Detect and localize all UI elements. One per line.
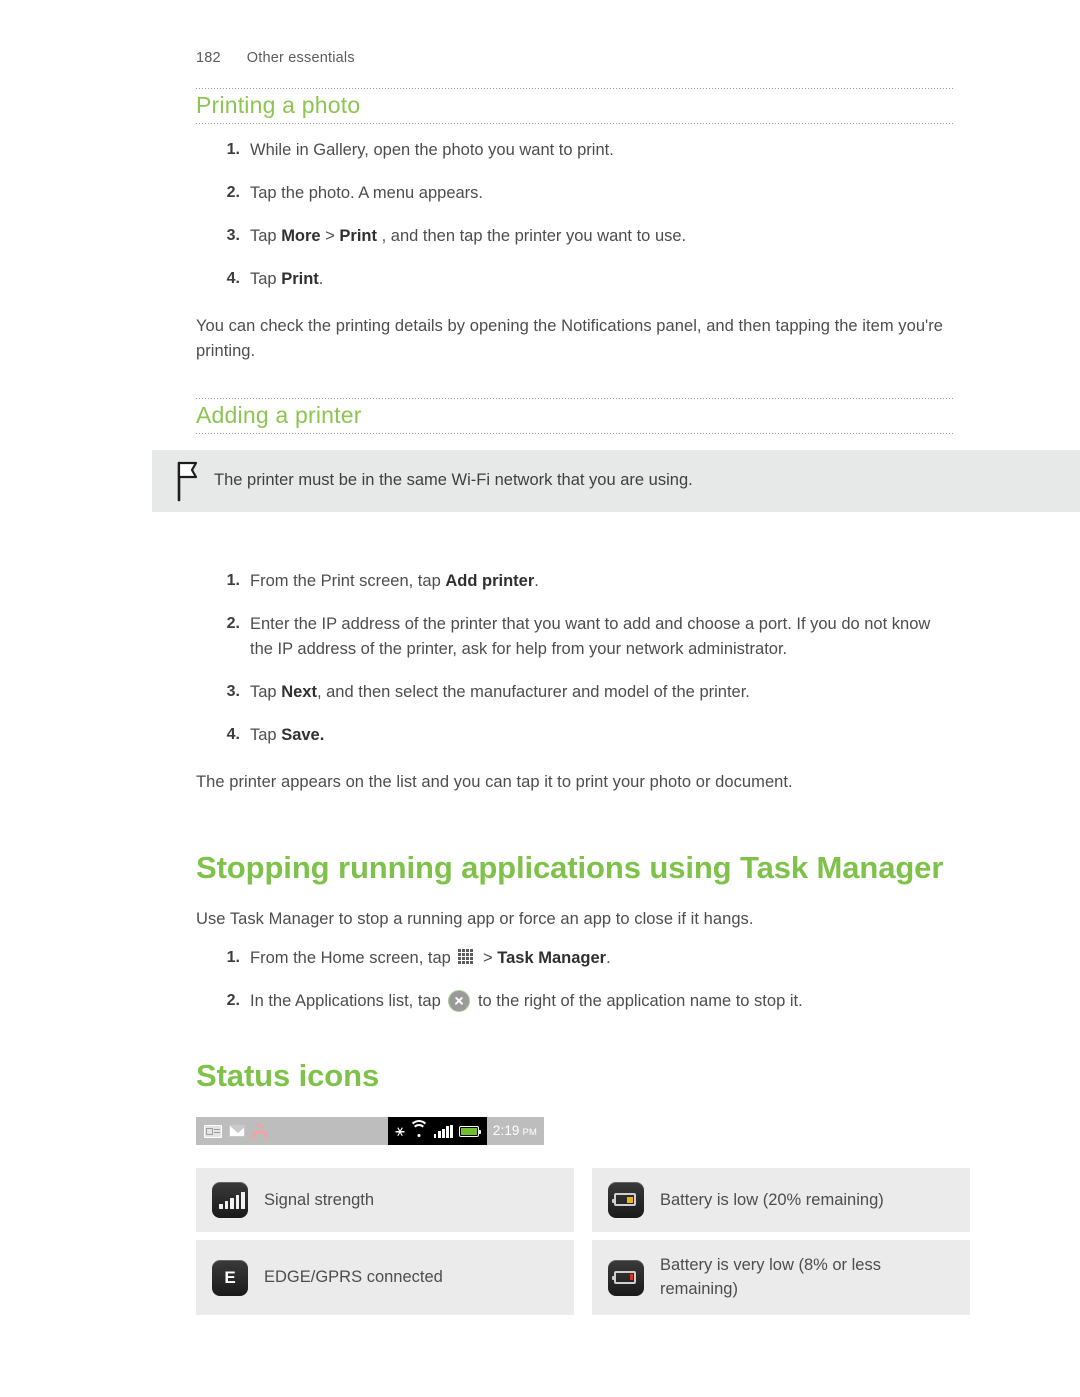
step-number: 3.	[226, 683, 240, 701]
flag-icon	[177, 461, 198, 502]
list-item: 4. Tap Print.	[196, 267, 954, 292]
step-number: 3.	[226, 226, 240, 244]
missed-call-icon	[252, 1125, 268, 1138]
step-text-after: .	[606, 948, 611, 967]
all-apps-grid-icon[interactable]	[458, 948, 475, 966]
signal-bars-icon	[433, 1124, 453, 1138]
step-number: 2.	[226, 992, 240, 1010]
step-text: While in Gallery, open the photo you wan…	[250, 140, 614, 159]
task-manager-steps-list: 1. From the Home screen, tap > Task Manag…	[196, 946, 954, 1014]
step-number: 4.	[226, 269, 240, 287]
step-number: 1.	[226, 140, 240, 158]
sms-message-icon	[204, 1124, 222, 1138]
step-text: Tap	[250, 226, 282, 245]
table-row: Battery is low (20% remaining)	[592, 1168, 970, 1233]
heading-status-icons: Status icons	[196, 1058, 380, 1094]
page-number: 182	[196, 50, 221, 66]
step-text-bold: Print	[281, 269, 319, 288]
step-text: Enter the IP address of the printer that…	[250, 615, 931, 659]
step-number: 2.	[226, 183, 240, 201]
printing-steps-list: 1. While in Gallery, open the photo you w…	[196, 138, 954, 292]
status-bar-right-group: ⚹	[388, 1117, 487, 1146]
page-content: Printing a photo 1. While in Gallery, ope…	[196, 88, 970, 1315]
section-adding-a-printer-header: Adding a printer	[196, 398, 954, 434]
step-text: , and then select the manufacturer and m…	[316, 683, 750, 702]
battery-full-icon	[458, 1125, 482, 1137]
list-item: 1. From the Print screen, tap Add printer…	[196, 569, 954, 594]
divider-dotted-top	[196, 398, 954, 400]
step-text-bold: More	[281, 226, 321, 245]
email-icon	[229, 1125, 246, 1138]
signal-strength-icon	[212, 1182, 248, 1219]
close-x-circle-icon[interactable]	[448, 990, 471, 1013]
running-head-section: Other essentials	[246, 50, 355, 66]
note-text: The printer must be in the same Wi-Fi ne…	[214, 471, 693, 489]
step-number: 1.	[226, 572, 240, 590]
divider-dotted-bottom	[196, 122, 954, 124]
list-item: 4. Tap Save.	[196, 723, 954, 748]
step-text: From the Print screen, tap	[250, 572, 446, 591]
note-box: The printer must be in the same Wi-Fi ne…	[152, 450, 1080, 512]
step-text: Tap the photo. A menu appears.	[250, 183, 484, 202]
step-text: Tap	[250, 726, 282, 745]
step-text-bold: Next	[281, 683, 317, 702]
list-item: 2. Tap the photo. A menu appears.	[196, 181, 954, 206]
battery-low-icon	[608, 1182, 644, 1219]
wifi-icon	[409, 1119, 430, 1138]
adding-printer-closing: The printer appears on the list and you …	[196, 773, 793, 792]
table-row: Signal strength	[196, 1168, 574, 1233]
status-bar-clock: 2:19 PM	[487, 1117, 544, 1145]
step-text-bold: Task Manager	[497, 948, 607, 967]
status-icon-reference-table: Signal strength Battery is low (20% rema…	[196, 1168, 970, 1315]
list-item: 1. From the Home screen, tap > Task Manag…	[196, 946, 954, 971]
step-number: 1.	[226, 948, 240, 966]
step-text: .	[318, 269, 324, 288]
clock-time: 2:19	[492, 1123, 520, 1139]
task-manager-intro: Use Task Manager to stop a running app o…	[196, 909, 754, 928]
step-text: Tap	[250, 683, 282, 702]
status-bar-left-group	[196, 1117, 388, 1145]
subheading-printing-a-photo: Printing a photo	[196, 92, 361, 118]
printing-note-paragraph: You can check the printing details by op…	[196, 317, 944, 361]
table-cell-label: Battery is very low (8% or less remainin…	[660, 1256, 881, 1298]
step-text-after: to the right of the application name to …	[473, 992, 803, 1011]
step-text: , and then tap the printer you want to u…	[377, 226, 687, 245]
table-cell-label: Signal strength	[264, 1190, 375, 1209]
section-printing-a-photo-header: Printing a photo	[196, 88, 954, 124]
table-row: E EDGE/GPRS connected	[196, 1240, 574, 1315]
table-cell-label: Battery is low (20% remaining)	[660, 1190, 884, 1209]
list-item: 3. Tap Next, and then select the manufact…	[196, 680, 954, 705]
adding-printer-steps-list: 1. From the Print screen, tap Add printer…	[196, 569, 954, 748]
divider-dotted-top	[196, 88, 954, 89]
manual-page: 182 Other essentials Printing a photo 1. W…	[0, 0, 1080, 1397]
bluetooth-icon: ⚹	[395, 1121, 405, 1141]
step-text: Tap	[250, 269, 282, 288]
step-text-bold: Save.	[281, 726, 325, 745]
step-number: 2.	[226, 615, 240, 633]
step-text-before: In the Applications list, tap	[250, 992, 446, 1011]
clock-ampm: PM	[522, 1127, 537, 1139]
edge-gprs-icon: E	[212, 1259, 248, 1296]
divider-dotted-bottom	[196, 432, 954, 434]
battery-very-low-icon	[608, 1259, 644, 1296]
table-row: Battery is very low (8% or less remainin…	[592, 1240, 970, 1315]
subheading-adding-a-printer: Adding a printer	[196, 402, 362, 429]
list-item: 3. Tap More > Print , and then tap the pr…	[196, 224, 954, 249]
step-text-bold: Add printer	[445, 572, 535, 591]
step-text: .	[534, 572, 539, 591]
step-number: 4.	[226, 726, 240, 744]
list-item: 2. In the Applications list, tap to the r…	[196, 989, 954, 1014]
list-item: 1. While in Gallery, open the photo you w…	[196, 138, 954, 163]
step-text-middle: >	[478, 948, 498, 967]
heading-task-manager: Stopping running applications using Task…	[196, 849, 944, 885]
status-bar-mock: ⚹ 2:19 PM	[196, 1117, 544, 1146]
table-cell-label: EDGE/GPRS connected	[264, 1268, 443, 1287]
step-text-bold: Print	[339, 226, 378, 245]
list-item: 2. Enter the IP address of the printer th…	[196, 612, 954, 662]
running-head: 182 Other essentials	[196, 50, 355, 66]
step-text: >	[320, 226, 340, 245]
step-text-before: From the Home screen, tap	[250, 948, 456, 967]
